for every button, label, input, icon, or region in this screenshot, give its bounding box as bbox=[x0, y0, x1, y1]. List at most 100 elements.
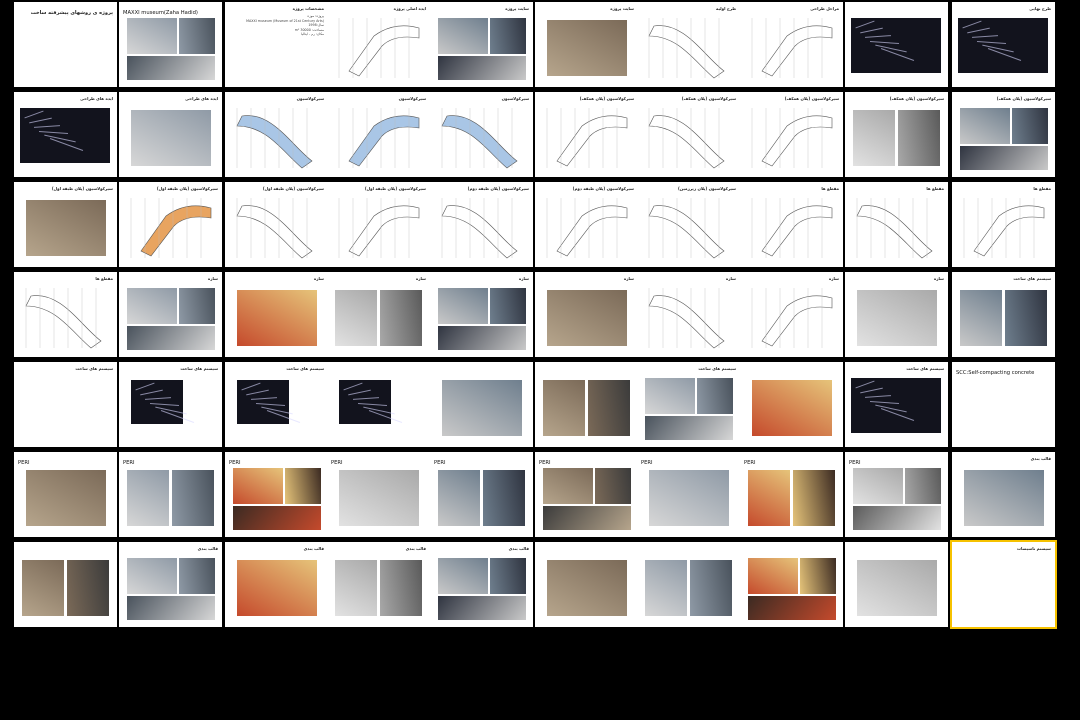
slide-photo bbox=[285, 468, 321, 504]
slide-title: سایت پروژه bbox=[505, 6, 529, 11]
slide-title: سیستم تاسیسات bbox=[1017, 546, 1051, 551]
slide-photo bbox=[595, 468, 631, 504]
slide-thumbnail-1[interactable]: پروژه ی روشهای پیشرفته ساخت bbox=[14, 2, 117, 87]
slide-thumbnail-33[interactable]: سازه bbox=[225, 272, 328, 357]
slide-thumbnail-15[interactable]: سیرکولاسیون bbox=[430, 92, 533, 177]
slide-title: مشخصات پروژه bbox=[292, 6, 324, 11]
slide-thumbnail-48[interactable] bbox=[740, 362, 843, 447]
slide-thumbnail-36[interactable]: سازه bbox=[535, 272, 638, 357]
slide-title: سیرکولاسیون (پلان همکف) bbox=[681, 96, 736, 101]
slide-thumbnail-63[interactable]: قالب بندی bbox=[225, 542, 328, 627]
slide-thumbnail-27[interactable]: سیرکولاسیون (پلان زیرزمین) bbox=[637, 182, 740, 267]
slide-thumbnail-59[interactable]: PERI bbox=[845, 452, 948, 537]
slide-title: طرح نهایی bbox=[1029, 6, 1051, 11]
slide-thumbnail-54[interactable]: PERI bbox=[327, 452, 430, 537]
dark-render-image bbox=[20, 108, 110, 163]
slide-thumbnail-21[interactable]: سیرکولاسیون (پلان طبقه اول) bbox=[14, 182, 117, 267]
slide-thumbnail-61[interactable] bbox=[14, 542, 117, 627]
slide-thumbnail-45[interactable] bbox=[430, 362, 533, 447]
slide-thumbnail-5[interactable]: سایت پروژه bbox=[430, 2, 533, 87]
slide-thumbnail-37[interactable]: سازه bbox=[637, 272, 740, 357]
architectural-drawing bbox=[338, 108, 420, 168]
slide-photo bbox=[179, 558, 215, 594]
slide-thumbnail-57[interactable]: PERI bbox=[637, 452, 740, 537]
slide-thumbnail-39[interactable]: سازه bbox=[845, 272, 948, 357]
architectural-drawing bbox=[441, 198, 518, 259]
architectural-drawing bbox=[963, 198, 1045, 258]
slide-title: ایده اصلی پروژه bbox=[393, 6, 426, 11]
slide-thumbnail-17[interactable]: سیرکولاسیون (پلان همکف) bbox=[637, 92, 740, 177]
slide-thumbnail-11[interactable]: ایده های طراحی bbox=[14, 92, 117, 177]
slide-thumbnail-12[interactable]: ایده های طراحی bbox=[119, 92, 222, 177]
slide-photo bbox=[233, 506, 321, 530]
slide-title: سیستم های ساخت bbox=[906, 366, 944, 371]
slide-title: قالب بندی bbox=[1030, 456, 1051, 461]
slide-thumbnail-60[interactable]: قالب بندی bbox=[952, 452, 1055, 537]
slide-thumbnail-68[interactable] bbox=[740, 542, 843, 627]
slide-thumbnail-14[interactable]: سیرکولاسیون bbox=[327, 92, 430, 177]
slide-thumbnail-18[interactable]: سیرکولاسیون (پلان همکف) bbox=[740, 92, 843, 177]
slide-thumbnail-13[interactable]: سیرکولاسیون bbox=[225, 92, 328, 177]
slide-thumbnail-24[interactable]: سیرکولاسیون (پلان طبقه اول) bbox=[327, 182, 430, 267]
slide-thumbnail-4[interactable]: ایده اصلی پروژه bbox=[327, 2, 430, 87]
slide-thumbnail-55[interactable]: PERI bbox=[430, 452, 533, 537]
slide-thumbnail-53[interactable]: PERI bbox=[225, 452, 328, 537]
slide-photo bbox=[588, 380, 630, 436]
slide-thumbnail-22[interactable]: سیرکولاسیون (پلان طبقه اول) bbox=[119, 182, 222, 267]
slide-thumbnail-28[interactable]: مقطع ها bbox=[740, 182, 843, 267]
slide-thumbnail-35[interactable]: سازه bbox=[430, 272, 533, 357]
slide-thumbnail-7[interactable]: طرح اولیه bbox=[637, 2, 740, 87]
slide-title: ایده های طراحی bbox=[80, 96, 113, 101]
slide-thumbnail-29[interactable]: مقطع ها bbox=[845, 182, 948, 267]
slide-thumbnail-40[interactable]: سیستم های ساخت bbox=[952, 272, 1055, 357]
slide-thumbnail-47[interactable]: سیستم های ساخت bbox=[637, 362, 740, 447]
slide-photo bbox=[179, 288, 215, 324]
slide-thumbnail-38[interactable]: سازه bbox=[740, 272, 843, 357]
slide-photo bbox=[645, 378, 695, 414]
slide-thumbnail-65[interactable]: قالب بندی bbox=[430, 542, 533, 627]
slide-thumbnail-62[interactable]: قالب بندی bbox=[119, 542, 222, 627]
slide-thumbnail-44[interactable] bbox=[327, 362, 430, 447]
slide-thumbnail-41[interactable]: سیستم های ساخت bbox=[14, 362, 117, 447]
dark-render-image bbox=[237, 380, 301, 424]
dark-render-image bbox=[851, 378, 941, 433]
slide-title: سازه bbox=[415, 276, 426, 281]
slide-thumbnail-56[interactable]: PERI bbox=[535, 452, 638, 537]
slide-title: قالب بندی bbox=[508, 546, 529, 551]
slide-thumbnail-25[interactable]: سیرکولاسیون (پلان طبقه دوم) bbox=[430, 182, 533, 267]
slide-thumbnail-26[interactable]: سیرکولاسیون (پلان طبقه دوم) bbox=[535, 182, 638, 267]
slide-thumbnail-32[interactable]: سازه bbox=[119, 272, 222, 357]
slide-thumbnail-20[interactable]: سیرکولاسیون (پلان همکف) bbox=[952, 92, 1055, 177]
slide-thumbnail-16[interactable]: سیرکولاسیون (پلان همکف) bbox=[535, 92, 638, 177]
slide-thumbnail-8[interactable]: مراحل طراحی bbox=[740, 2, 843, 87]
slide-thumbnail-69[interactable] bbox=[845, 542, 948, 627]
slide-title: PERI bbox=[434, 460, 446, 466]
slide-thumbnail-52[interactable]: PERI bbox=[119, 452, 222, 537]
slide-thumbnail-42[interactable]: سیستم های ساخت bbox=[119, 362, 222, 447]
slide-thumbnail-31[interactable]: مقطع ها bbox=[14, 272, 117, 357]
slide-sorter: پروژه ی روشهای پیشرفته ساخت MAXXI museum(… bbox=[0, 0, 1080, 720]
slide-thumbnail-2[interactable]: MAXXI museum(Zaha Hadid) bbox=[119, 2, 222, 87]
slide-thumbnail-10[interactable]: طرح نهایی bbox=[952, 2, 1055, 87]
slide-thumbnail-6[interactable]: سایت پروژه bbox=[535, 2, 638, 87]
slide-thumbnail-67[interactable] bbox=[637, 542, 740, 627]
slide-thumbnail-9[interactable] bbox=[845, 2, 948, 87]
slide-title: مقطع ها bbox=[926, 186, 944, 191]
slide-thumbnail-58[interactable]: PERI bbox=[740, 452, 843, 537]
slide-photo bbox=[960, 108, 1010, 144]
slide-thumbnail-46[interactable] bbox=[535, 362, 638, 447]
slide-thumbnail-19[interactable]: سیرکولاسیون (پلان همکف) bbox=[845, 92, 948, 177]
slide-thumbnail-66[interactable] bbox=[535, 542, 638, 627]
slide-thumbnail-3[interactable]: مشخصات پروژه پروژه: موزه MAXXI museum (Mus… bbox=[225, 2, 328, 87]
slide-thumbnail-34[interactable]: سازه bbox=[327, 272, 430, 357]
slide-thumbnail-70[interactable]: سیستم تاسیسات bbox=[950, 540, 1057, 629]
slide-thumbnail-64[interactable]: قالب بندی bbox=[327, 542, 430, 627]
slide-thumbnail-51[interactable]: PERI bbox=[14, 452, 117, 537]
slide-thumbnail-50[interactable]: SCC:Self-compacting concrete bbox=[952, 362, 1055, 447]
slide-thumbnail-30[interactable]: مقطع ها bbox=[952, 182, 1055, 267]
slide-thumbnail-43[interactable]: سیستم های ساخت bbox=[225, 362, 328, 447]
slide-thumbnail-49[interactable]: سیستم های ساخت bbox=[845, 362, 948, 447]
slide-thumbnail-23[interactable]: سیرکولاسیون (پلان طبقه اول) bbox=[225, 182, 328, 267]
slide-title: PERI bbox=[229, 460, 241, 466]
slide-photo bbox=[127, 596, 215, 620]
